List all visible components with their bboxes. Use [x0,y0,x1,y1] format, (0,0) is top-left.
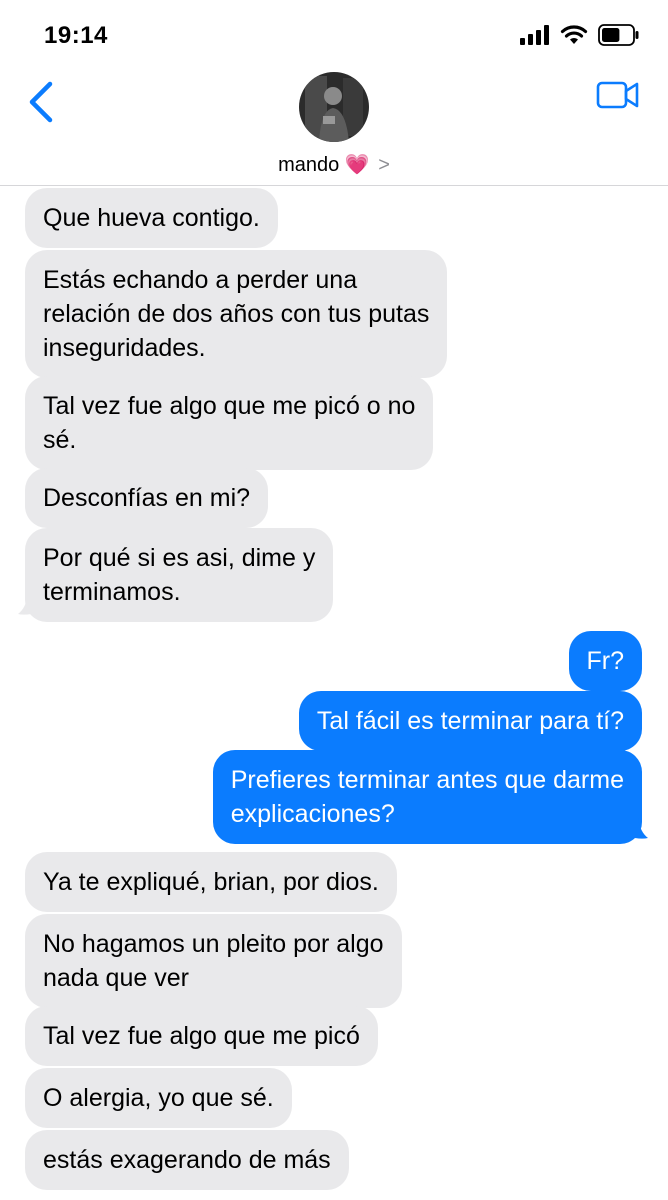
video-camera-icon[interactable] [596,78,640,112]
message-line: Por qué si es asi, dime y [43,544,316,572]
message-text: Desconfías en mi? [43,484,251,512]
message-line: inseguridades. [43,334,206,362]
message-text: Tal fácil es terminar para tí? [316,707,624,735]
message-bubble-received[interactable]: Que hueva contigo. [25,188,278,248]
message-text: Ya te expliqué, brian, por dios. [43,868,379,896]
conversation-header: mando 💗 > [0,70,668,186]
message-bubble-sent[interactable]: Tal fácil es terminar para tí? [298,691,642,751]
message-bubble-received[interactable]: estás exagerando de más [25,1130,349,1190]
message-thread[interactable]: Que hueva contigo. Estás echando a perde… [0,186,668,1200]
message-bubble-received[interactable]: Tal vez fue algo que me picó [25,1006,378,1066]
contact-name: mando [278,154,340,176]
message-line: relación de dos años con tus putas [43,300,430,328]
message-line: No hagamos un pleito por algo [43,930,384,958]
message-bubble-received[interactable]: O alergia, yo que sé. [25,1068,292,1128]
message-line: Tal vez fue algo que me picó o no [43,392,416,420]
message-text: estás exagerando de más [43,1146,331,1174]
message-bubble-received[interactable]: No hagamos un pleito por algo nada que v… [25,914,402,1008]
message-text: Fr? [586,647,625,675]
message-bubble-sent[interactable]: Fr? [568,631,642,691]
message-line: terminamos. [43,578,181,606]
message-line: Estás echando a perder una [43,266,358,294]
chevron-left-icon[interactable] [22,78,62,126]
bubble-tail [626,818,648,839]
cellular-signal-icon [520,25,549,45]
message-text: O alergia, yo que sé. [43,1084,274,1112]
contact-name-row[interactable]: mando 💗 > [0,152,668,177]
status-time: 19:14 [44,22,108,49]
message-bubble-received[interactable]: Ya te expliqué, brian, por dios. [25,852,397,912]
message-line: explicaciones? [230,800,395,828]
message-line: Prefieres terminar antes que darme [230,766,624,794]
heart-emoji: 💗 [344,154,370,176]
message-text: Que hueva contigo. [43,204,260,232]
message-bubble-received[interactable]: Por qué si es asi, dime y terminamos. [25,528,334,622]
status-bar: 19:14 [0,0,668,70]
status-icons [520,24,640,46]
message-bubble-sent[interactable]: Prefieres terminar antes que darme expli… [212,750,642,844]
message-bubble-received[interactable]: Tal vez fue algo que me picó o no sé. [25,376,434,470]
message-line: nada que ver [43,964,189,992]
message-bubble-received[interactable]: Desconfías en mi? [25,468,269,528]
message-bubble-received[interactable]: Estás echando a perder una relación de d… [25,250,448,378]
contact-avatar[interactable] [299,72,369,142]
message-line: sé. [43,426,77,454]
chevron-right-icon: > [378,154,390,176]
bubble-tail [18,594,40,615]
message-text: Tal vez fue algo que me picó [43,1022,360,1050]
battery-icon [598,24,639,46]
wifi-icon [560,25,588,44]
